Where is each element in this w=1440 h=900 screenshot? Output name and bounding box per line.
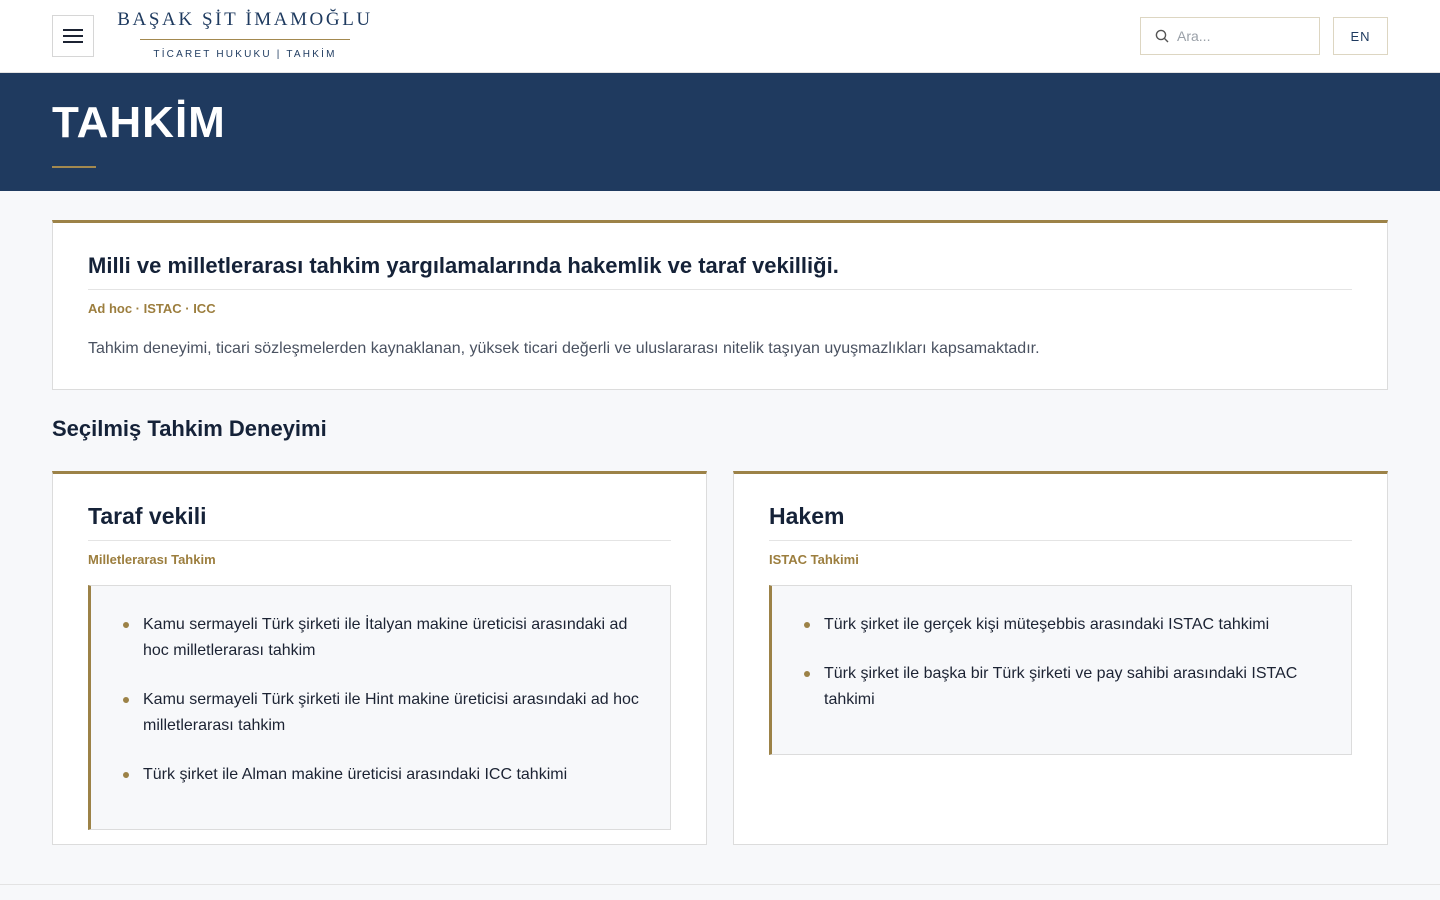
experience-card-arbitrator: Hakem ISTAC Tahkimi Türk şirket ile gerç… xyxy=(733,471,1388,845)
intro-tags: Ad hoc · ISTAC · ICC xyxy=(88,301,216,316)
list-item: Türk şirket ile başka bir Türk şirketi v… xyxy=(802,661,1323,713)
logo-divider xyxy=(140,39,350,40)
experience-divider xyxy=(88,540,671,541)
search-input[interactable] xyxy=(1177,28,1307,44)
experience-list-box: Türk şirket ile gerçek kişi müteşebbis a… xyxy=(769,585,1352,755)
page-title: TAHKİM xyxy=(52,98,226,147)
experience-list: Türk şirket ile gerçek kişi müteşebbis a… xyxy=(802,612,1323,713)
experience-subtitle: Milletlerarası Tahkim xyxy=(88,552,216,567)
section-title: Seçilmiş Tahkim Deneyimi xyxy=(52,416,327,441)
experience-divider xyxy=(769,540,1352,541)
list-item: Kamu sermayeli Türk şirketi ile İtalyan … xyxy=(121,612,642,664)
list-item: Türk şirket ile gerçek kişi müteşebbis a… xyxy=(802,612,1323,638)
hero-accent-rule xyxy=(52,166,96,168)
experience-title: Hakem xyxy=(769,503,845,529)
experience-subtitle: ISTAC Tahkimi xyxy=(769,552,859,567)
intro-card: Milli ve milletlerarası tahkim yargılama… xyxy=(52,220,1388,390)
experience-title: Taraf vekili xyxy=(88,503,207,529)
intro-divider xyxy=(88,289,1352,290)
experience-card-counsel: Taraf vekili Milletlerarası Tahkim Kamu … xyxy=(52,471,707,845)
experience-list: Kamu sermayeli Türk şirketi ile İtalyan … xyxy=(121,612,642,788)
hamburger-menu-icon xyxy=(63,29,83,43)
list-item: Türk şirket ile Alman makine üreticisi a… xyxy=(121,762,642,788)
list-item: Kamu sermayeli Türk şirketi ile Hint mak… xyxy=(121,687,642,739)
footer-divider xyxy=(0,884,1440,885)
logo-name: BAŞAK ŞİT İMAMOĞLU xyxy=(117,9,373,30)
experience-list-box: Kamu sermayeli Türk şirketi ile İtalyan … xyxy=(88,585,671,830)
page-hero: TAHKİM xyxy=(0,73,1440,191)
language-switch-button[interactable]: EN xyxy=(1333,17,1388,55)
intro-description: Tahkim deneyimi, ticari sözleşmelerden k… xyxy=(88,340,1040,357)
search-icon xyxy=(1155,29,1169,43)
menu-button[interactable] xyxy=(52,15,94,57)
site-logo[interactable]: BAŞAK ŞİT İMAMOĞLU TİCARET HUKUKU | TAHK… xyxy=(116,8,374,64)
logo-tagline: TİCARET HUKUKU | TAHKİM xyxy=(153,49,337,60)
top-bar: BAŞAK ŞİT İMAMOĞLU TİCARET HUKUKU | TAHK… xyxy=(0,0,1440,73)
intro-title: Milli ve milletlerarası tahkim yargılama… xyxy=(88,253,839,278)
search-box[interactable] xyxy=(1140,17,1320,55)
